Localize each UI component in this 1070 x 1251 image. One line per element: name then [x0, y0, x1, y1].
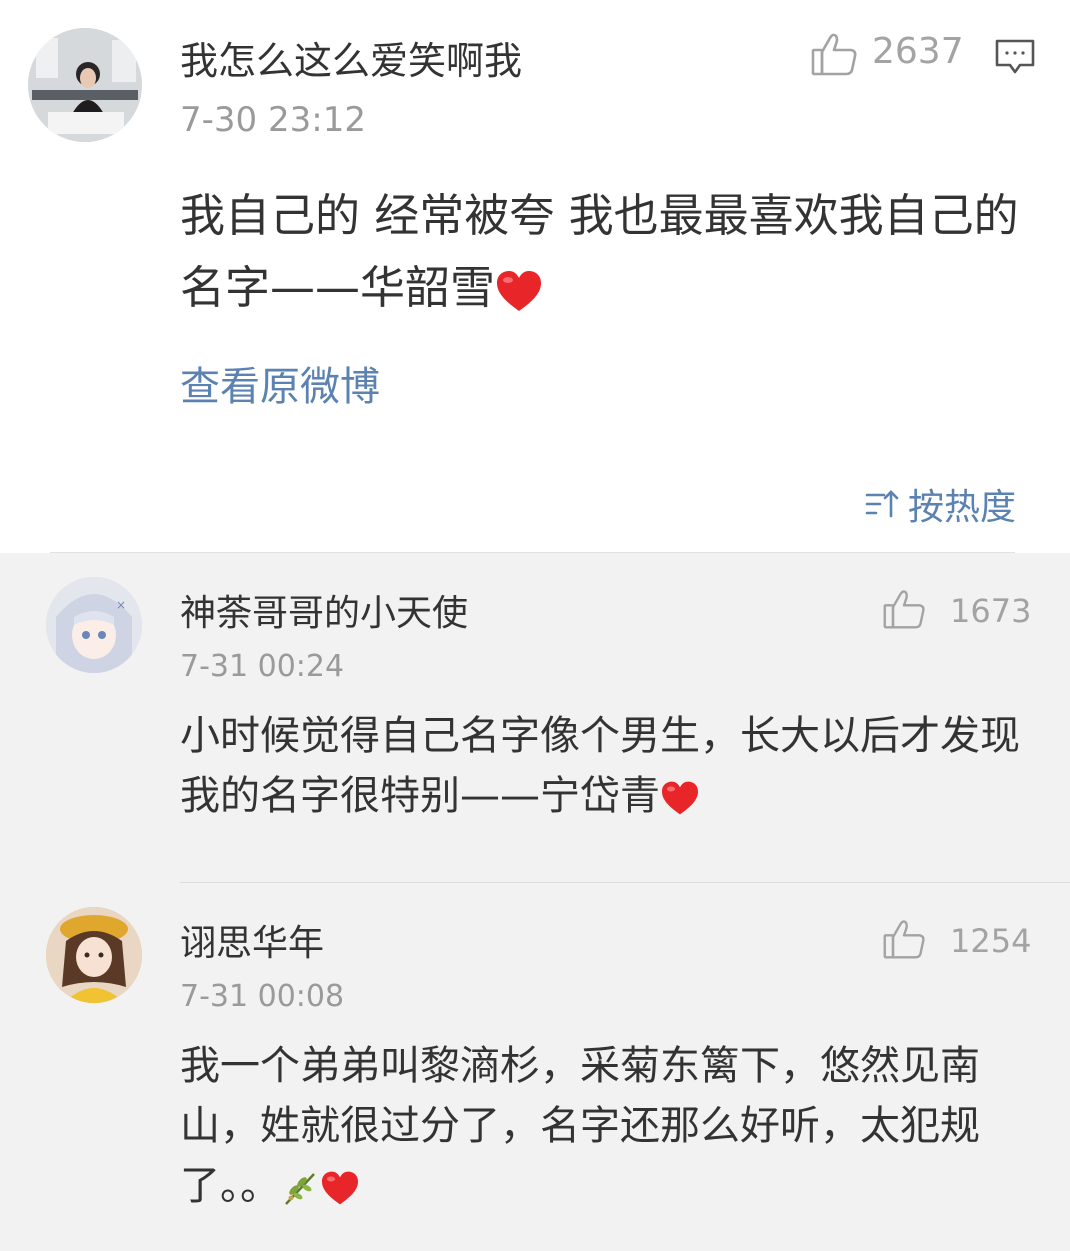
heart-icon	[322, 1171, 358, 1205]
sort-icon	[865, 490, 899, 518]
like-button[interactable]	[810, 30, 858, 78]
thumbs-up-icon	[883, 920, 925, 959]
like-button[interactable]	[882, 587, 926, 631]
reply-author[interactable]: 神荼哥哥的小天使	[180, 584, 468, 636]
thumbs-up-icon	[811, 33, 857, 76]
comment-icon	[995, 39, 1035, 74]
reply-content: 我一个弟弟叫黎滳杉，采菊东篱下，悠然见南山，姓就很过分了，名字还那么好听，太犯规…	[180, 1036, 1030, 1216]
avatar[interactable]	[46, 907, 142, 1003]
sort-by-hot-button[interactable]: 按热度	[864, 478, 1016, 530]
comment-timestamp: 7-30 23:12	[180, 100, 366, 140]
avatar[interactable]: ×	[46, 577, 142, 673]
view-original-link[interactable]: 查看原微博	[180, 354, 380, 412]
reply-content: 小时候觉得自己名字像个男生，长大以后才发现我的名字很特别——宁岱青	[180, 706, 1030, 826]
sort-label: 按热度	[908, 487, 1017, 528]
heart-icon	[662, 781, 698, 815]
reply-timestamp: 7-31 00:08	[180, 979, 345, 1014]
reply-text: 小时候觉得自己名字像个男生，长大以后才发现我的名字很特别——宁岱青	[180, 713, 1020, 819]
heart-icon	[497, 271, 542, 311]
like-count: 1673	[950, 592, 1032, 630]
divider	[180, 882, 1070, 883]
comment-author[interactable]: 我怎么这么爱笑啊我	[180, 30, 522, 85]
like-button[interactable]	[882, 917, 926, 961]
reply-author[interactable]: 诩思华年	[180, 914, 324, 966]
comment-content: 我自己的 经常被夸 我也最最喜欢我自己的名字——华韶雪	[180, 180, 1040, 324]
avatar[interactable]	[28, 28, 142, 142]
like-count: 2637	[872, 31, 964, 72]
svg-text:×: ×	[116, 598, 126, 612]
comment-text: 我自己的 经常被夸 我也最最喜欢我自己的名字——华韶雪	[180, 189, 1019, 314]
reply-timestamp: 7-31 00:24	[180, 649, 345, 684]
olive-branch-icon	[285, 1173, 315, 1205]
reply-button[interactable]	[994, 38, 1036, 76]
thumbs-up-icon	[883, 590, 925, 629]
like-count: 1254	[950, 922, 1032, 960]
